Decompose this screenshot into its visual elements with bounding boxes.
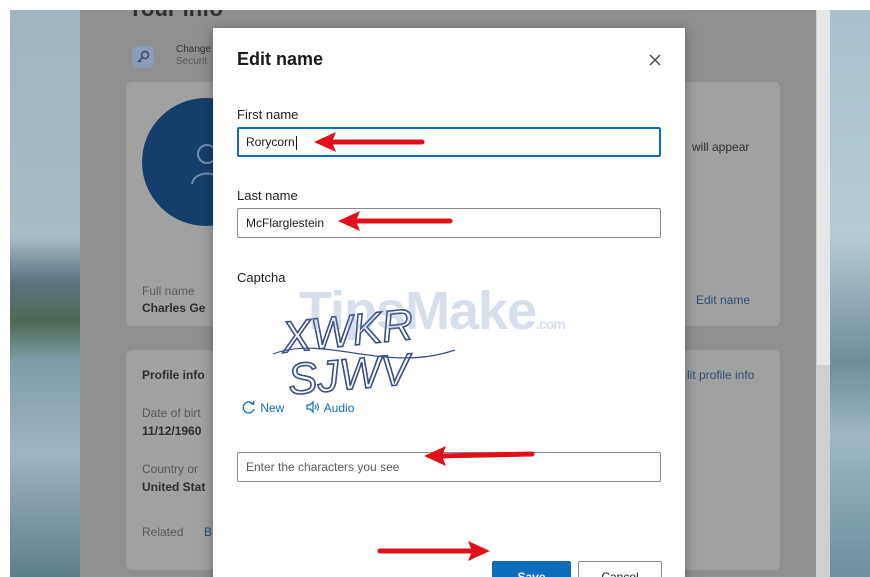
refresh-icon <box>242 400 255 414</box>
country-value: United Stat <box>142 480 206 494</box>
security-card-title: Change <box>176 44 212 55</box>
new-captcha-button[interactable]: New <box>241 400 284 415</box>
last-name-value: McFlarglestein <box>246 216 325 230</box>
captcha-label: Captcha <box>237 270 286 285</box>
annotation-arrow-save <box>377 541 490 561</box>
desktop-wallpaper-left <box>10 10 80 577</box>
first-name-value: Rorycorn <box>246 135 295 149</box>
annotation-arrow-first-name <box>314 132 425 152</box>
audio-captcha-button[interactable]: Audio <box>305 400 354 415</box>
dob-value: 11/12/1960 <box>142 424 202 438</box>
last-name-label: Last name <box>237 188 298 203</box>
watermark: TipsMake.com <box>299 280 566 342</box>
watermark-text: TipsMake <box>299 281 537 341</box>
full-name-label: Full name <box>142 284 195 298</box>
edit-name-dialog: Edit name First name Rorycorn Last name … <box>213 28 685 577</box>
first-name-field[interactable]: Rorycorn <box>237 127 661 157</box>
new-label: New <box>260 401 285 415</box>
dialog-title: Edit name <box>237 49 324 69</box>
save-button[interactable]: Save <box>492 561 571 577</box>
page-title: Your info <box>128 10 223 22</box>
full-name-value: Charles Ge <box>142 301 206 315</box>
close-button[interactable] <box>645 50 665 70</box>
edit-name-link[interactable]: Edit name <box>696 293 750 307</box>
cancel-button[interactable]: Cancel <box>578 561 662 577</box>
annotation-arrow-last-name <box>338 211 453 231</box>
dob-label: Date of birt <box>142 406 201 420</box>
watermark-suffix: .com <box>536 316 566 332</box>
edit-profile-info-link[interactable]: lit profile info <box>687 368 754 382</box>
country-label: Country or <box>142 462 199 476</box>
screenshot-frame: Your info Change Securit will appear Ful… <box>10 10 870 577</box>
text-caret <box>295 135 297 150</box>
captcha-input-placeholder: Enter the characters you see <box>246 460 400 474</box>
first-name-label: First name <box>237 107 299 122</box>
captcha-line-2: SJWV <box>286 345 416 405</box>
audio-label: Audio <box>323 401 355 415</box>
related-label: Related <box>142 525 184 539</box>
desktop-wallpaper-right <box>830 10 870 577</box>
speaker-icon <box>306 400 320 414</box>
close-icon <box>649 54 661 66</box>
security-card-subtitle: Securit <box>176 56 208 67</box>
profile-info-title: Profile info <box>142 368 205 382</box>
appear-text: will appear <box>692 140 750 154</box>
key-icon <box>132 46 154 68</box>
annotation-arrow-captcha <box>424 446 535 466</box>
related-link[interactable]: B <box>204 525 212 539</box>
